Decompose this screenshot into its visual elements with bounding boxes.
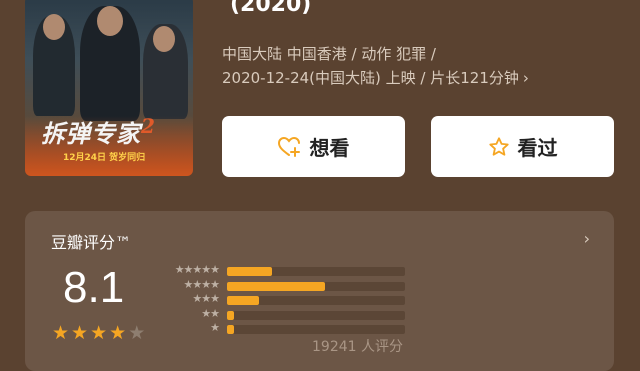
movie-meta-line1: 中国大陆 中国香港 / 动作 犯罪 /: [222, 45, 436, 63]
distribution-stars-label: ★★: [201, 306, 220, 320]
distribution-bar-fill: [227, 267, 272, 276]
want-to-watch-button[interactable]: 想看: [222, 116, 405, 177]
distribution-row: ★★★: [157, 292, 417, 306]
rating-star-icon: ★: [52, 322, 70, 344]
distribution-stars-label: ★: [210, 321, 220, 334]
distribution-row: ★★★★: [157, 277, 417, 292]
rating-score: 8.1: [63, 263, 125, 312]
distribution-bar-track: [227, 267, 405, 276]
watched-label: 看过: [517, 136, 558, 160]
poster-head-center: [97, 6, 123, 36]
poster-head-left: [43, 14, 65, 40]
rating-stars: ★ ★ ★ ★ ★: [52, 324, 145, 343]
poster-title: 拆弹专家2: [41, 114, 156, 148]
watched-button[interactable]: 看过: [431, 116, 614, 177]
distribution-bar-fill: [227, 325, 235, 334]
distribution-row: ★: [157, 321, 417, 335]
chevron-right-icon: ›: [583, 229, 590, 248]
rating-star-icon: ★: [128, 322, 146, 344]
star-outline-icon: [488, 136, 510, 158]
rating-card[interactable]: 豆瓣评分™ › 8.1 ★ ★ ★ ★ ★ ★★★★★ ★★★★ ★★★ ★★ ★ 19241 …: [25, 211, 614, 371]
heart-plus-icon: [277, 136, 302, 158]
movie-poster[interactable]: 拆弹专家2 12月24日 贺岁同归: [25, 0, 193, 176]
chevron-right-icon: ›: [522, 69, 529, 87]
distribution-row: ★★: [157, 306, 417, 321]
poster-title-number: 2: [141, 114, 156, 138]
distribution-bar-fill: [227, 310, 235, 320]
movie-meta-line2[interactable]: 2020-12-24(中国大陆) 上映 / 片长121分钟 ›: [222, 67, 529, 88]
distribution-bar-track: [227, 325, 405, 334]
distribution-bar-track: [227, 310, 405, 320]
distribution-stars-label: ★★★: [192, 292, 220, 305]
rating-count: 19241 人评分: [312, 339, 403, 355]
rating-star-icon: ★: [71, 322, 89, 344]
want-to-watch-label: 想看: [309, 136, 350, 160]
movie-meta-line2-text: 2020-12-24(中国大陆) 上映 / 片长121分钟: [222, 69, 519, 87]
rating-title: 豆瓣评分™: [51, 233, 132, 252]
distribution-bar-fill: [227, 296, 260, 305]
rating-star-icon: ★: [90, 322, 108, 344]
distribution-bar-fill: [227, 281, 325, 291]
rating-star-icon: ★: [109, 322, 127, 344]
poster-date: 12月24日 贺岁同归: [63, 153, 146, 163]
distribution-stars-label: ★★★★★: [174, 263, 220, 276]
distribution-bar-track: [227, 281, 405, 291]
distribution-stars-label: ★★★★: [183, 277, 220, 291]
distribution-bar-track: [227, 296, 405, 305]
poster-head-right: [153, 26, 175, 52]
distribution-row: ★★★★★: [157, 263, 417, 277]
movie-year: (2020): [230, 0, 312, 17]
